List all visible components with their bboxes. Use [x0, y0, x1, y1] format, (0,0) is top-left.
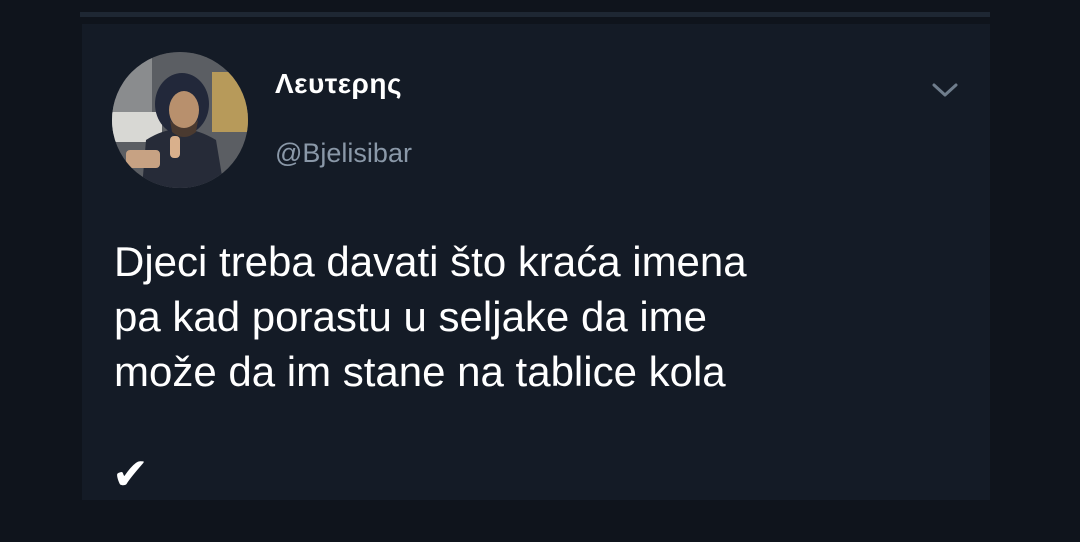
tweet-text: Djeci treba davati što kraća imena pa ka…	[114, 238, 747, 395]
display-name[interactable]: Λευτερης	[275, 68, 402, 100]
handle[interactable]: @Bjelisibar	[275, 138, 412, 169]
chevron-down-icon[interactable]	[930, 78, 960, 102]
avatar-image	[112, 52, 248, 188]
check-mark-emoji: ✔	[112, 449, 149, 500]
top-divider	[80, 12, 990, 17]
tweet-card: Λευτερης @Bjelisibar Djeci treba davati …	[82, 24, 990, 500]
avatar[interactable]	[112, 52, 248, 188]
